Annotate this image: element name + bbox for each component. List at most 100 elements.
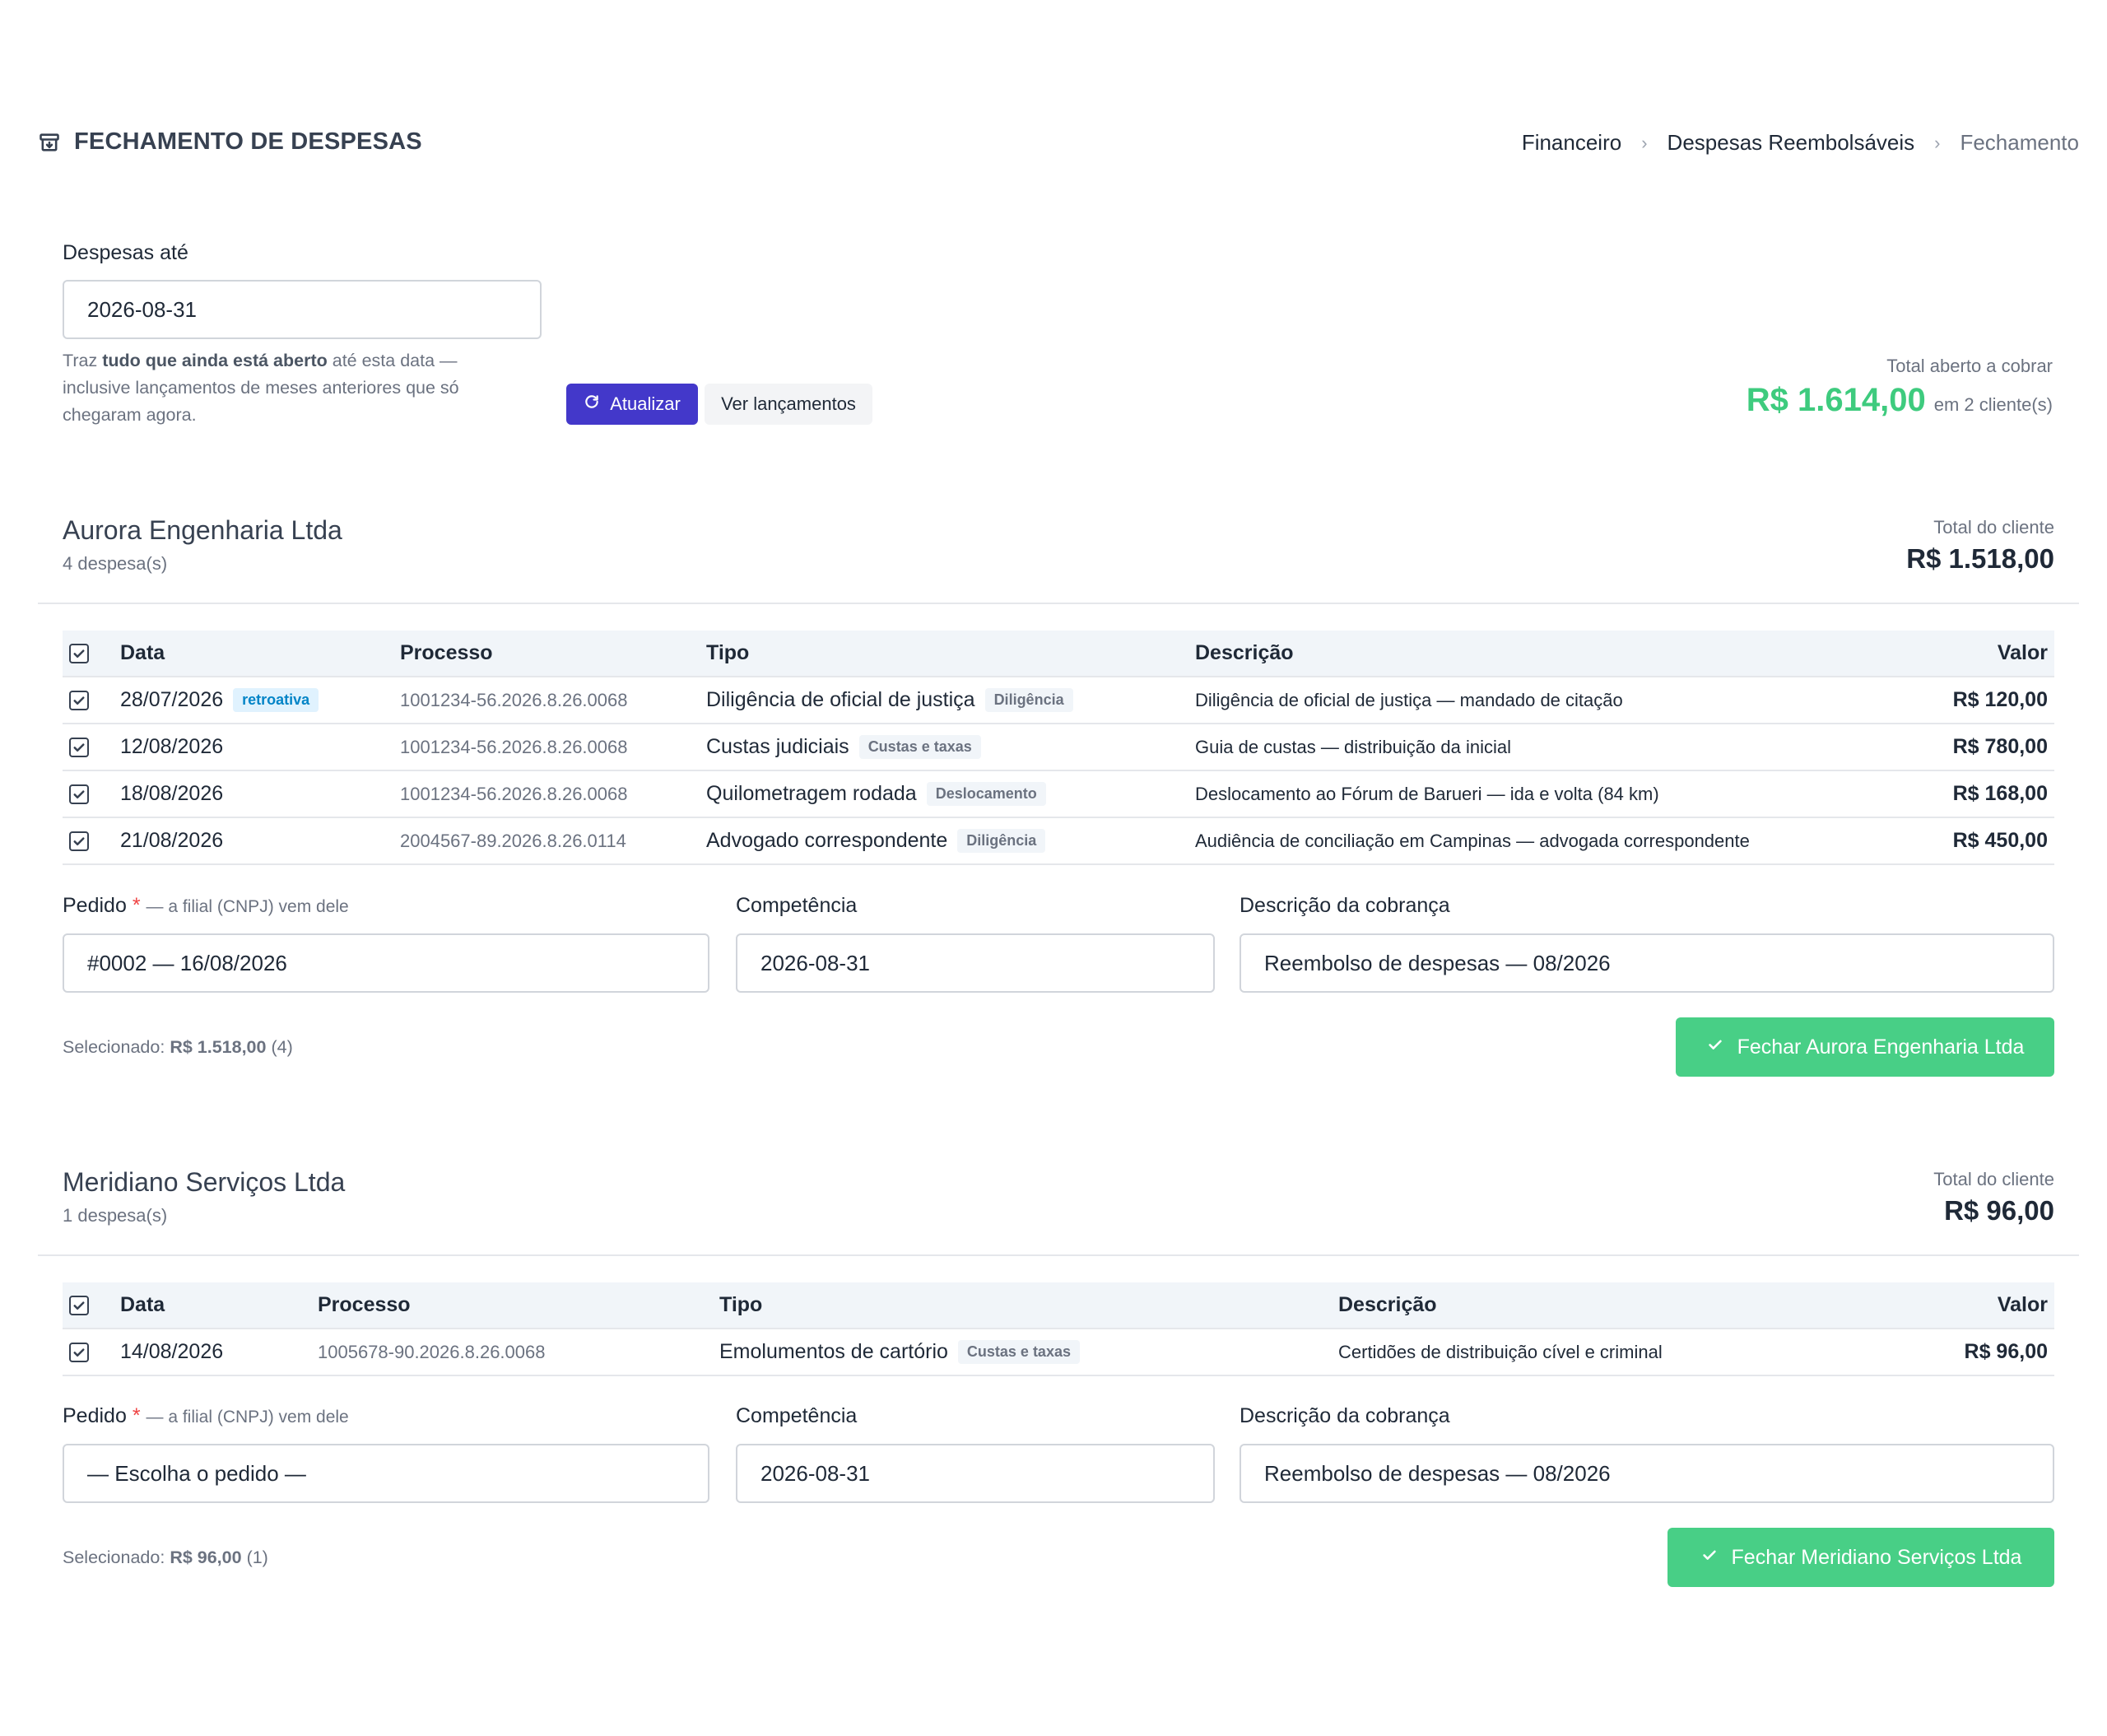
view-entries-button[interactable]: Ver lançamentos [705,384,872,425]
row-process: 2004567-89.2026.8.26.0114 [400,817,706,865]
check-icon [1700,1546,1719,1570]
row-type: Custas judiciais [706,734,849,758]
pedido-label: Pedido * — a filial (CNPJ) vem dele [63,1404,349,1427]
total-open-clients: em 2 cliente(s) [1933,394,2053,415]
col-tipo: Tipo [706,631,1195,677]
category-badge: Custas e taxas [957,1340,1080,1365]
close-client-button[interactable]: Fechar Aurora Engenharia Ltda [1676,1017,2054,1077]
client-expense-count: 4 despesa(s) [63,553,168,574]
row-checkbox[interactable] [69,831,89,852]
expenses-table: Data Processo Tipo Descrição Valor 14/08… [63,1282,2054,1376]
row-type: Diligência de oficial de justiça [706,687,975,711]
refresh-button[interactable]: Atualizar [566,384,698,425]
billing-description-input[interactable]: Reembolso de despesas — 08/2026 [1240,933,2054,993]
refresh-label: Atualizar [610,393,681,414]
col-processo: Processo [318,1282,719,1329]
select-all-checkbox[interactable] [69,644,89,664]
row-value: R$ 96,00 [1873,1329,2054,1376]
client-total: R$ 96,00 [1944,1195,2054,1226]
expenses-table: Data Processo Tipo Descrição Valor 28/07… [63,631,2054,865]
table-row: 14/08/2026 1005678-90.2026.8.26.0068 Emo… [63,1329,2054,1376]
row-checkbox[interactable] [69,738,89,758]
close-client-label: Fechar Meridiano Serviços Ltda [1731,1545,2022,1569]
select-all-checkbox[interactable] [69,1296,89,1316]
competencia-label: Competência [736,894,858,917]
col-descricao: Descrição [1338,1282,1873,1329]
billing-description-input[interactable]: Reembolso de despesas — 08/2026 [1240,1444,2054,1503]
pedido-select[interactable]: — Escolha o pedido — [63,1444,709,1503]
archive-box-icon [38,131,61,154]
competencia-input[interactable]: 2026-08-31 [736,1444,1215,1503]
breadcrumb-despesas[interactable]: Despesas Reembolsáveis [1667,130,1915,156]
col-tipo: Tipo [719,1282,1338,1329]
category-badge: Diligência [957,829,1046,854]
table-row: 12/08/2026 1001234-56.2026.8.26.0068 Cus… [63,724,2054,771]
client-total-label: Total do cliente [1933,517,2054,538]
breadcrumb: Financeiro › Despesas Reembolsáveis › Fe… [1522,130,2079,156]
table-header: Data Processo Tipo Descrição Valor [63,631,2054,677]
row-date: 18/08/2026 [120,782,224,805]
row-date: 21/08/2026 [120,829,224,852]
total-open-label: Total aberto a cobrar [1886,356,2053,376]
row-date: 12/08/2026 [120,735,224,758]
row-type: Emolumentos de cartório [719,1339,948,1363]
title-wrap: FECHAMENTO DE DESPESAS [38,128,422,156]
table-row: 21/08/2026 2004567-89.2026.8.26.0114 Adv… [63,817,2054,865]
divider [38,603,2079,604]
date-filter-help: Traz tudo que ainda está aberto até esta… [63,351,459,425]
pedido-select[interactable]: #0002 — 16/08/2026 [63,933,709,993]
retroactive-badge: retroativa [233,688,319,713]
row-value: R$ 168,00 [1873,770,2054,818]
divider [38,1254,2079,1256]
row-checkbox[interactable] [69,1343,89,1363]
row-value: R$ 120,00 [1873,677,2054,724]
pedido-label: Pedido * — a filial (CNPJ) vem dele [63,894,349,917]
col-valor: Valor [1873,631,2054,677]
selected-summary: Selecionado: R$ 1.518,00 (4) [63,1037,293,1057]
date-filter-input[interactable] [63,280,542,339]
row-description: Certidões de distribuição cível e crimin… [1338,1329,1873,1376]
row-description: Deslocamento ao Fórum de Barueri — ida e… [1195,770,1873,818]
row-type: Advogado correspondente [706,828,948,852]
close-client-button[interactable]: Fechar Meridiano Serviços Ltda [1667,1528,2054,1587]
row-value: R$ 780,00 [1873,724,2054,771]
category-badge: Custas e taxas [858,735,981,760]
col-descricao: Descrição [1195,631,1873,677]
client-total: R$ 1.518,00 [1906,543,2054,574]
billing-description-label: Descrição da cobrança [1240,894,1450,917]
client-total-label: Total do cliente [1933,1169,2054,1189]
chevron-right-icon: › [1641,132,1648,153]
row-type: Quilometragem rodada [706,781,917,805]
row-process: 1005678-90.2026.8.26.0068 [318,1329,719,1376]
breadcrumb-financeiro[interactable]: Financeiro [1522,130,1621,156]
date-filter-label: Despesas até [63,241,188,264]
col-data: Data [120,1282,318,1329]
row-process: 1001234-56.2026.8.26.0068 [400,770,706,818]
close-client-label: Fechar Aurora Engenharia Ltda [1737,1035,2025,1059]
category-badge: Diligência [984,688,1073,713]
col-data: Data [120,631,400,677]
client-section-aurora: Aurora Engenharia Ltda 4 despesa(s) Tota… [38,515,2079,1077]
row-process: 1001234-56.2026.8.26.0068 [400,724,706,771]
row-checkbox[interactable] [69,784,89,805]
col-valor: Valor [1873,1282,2054,1329]
client-expense-count: 1 despesa(s) [63,1205,168,1226]
competencia-label: Competência [736,1404,858,1427]
check-icon [1706,1036,1724,1059]
page-header: FECHAMENTO DE DESPESAS Financeiro › Desp… [38,128,2079,161]
row-description: Diligência de oficial de justiça — manda… [1195,677,1873,724]
col-processo: Processo [400,631,706,677]
breadcrumb-fechamento: Fechamento [1960,130,2079,155]
competencia-input[interactable]: 2026-08-31 [736,933,1215,993]
table-header: Data Processo Tipo Descrição Valor [63,1282,2054,1329]
row-value: R$ 450,00 [1873,817,2054,865]
client-name: Aurora Engenharia Ltda [63,515,342,545]
row-description: Guia de custas — distribuição da inicial [1195,724,1873,771]
billing-description-label: Descrição da cobrança [1240,1404,1450,1427]
row-description: Audiência de conciliação em Campinas — a… [1195,817,1873,865]
row-date: 28/07/2026 [120,687,224,711]
selected-summary: Selecionado: R$ 96,00 (1) [63,1548,268,1567]
page-title: FECHAMENTO DE DESPESAS [74,128,422,155]
row-checkbox[interactable] [69,691,89,711]
total-open: R$ 1.614,00 em 2 cliente(s) [1747,382,2053,419]
